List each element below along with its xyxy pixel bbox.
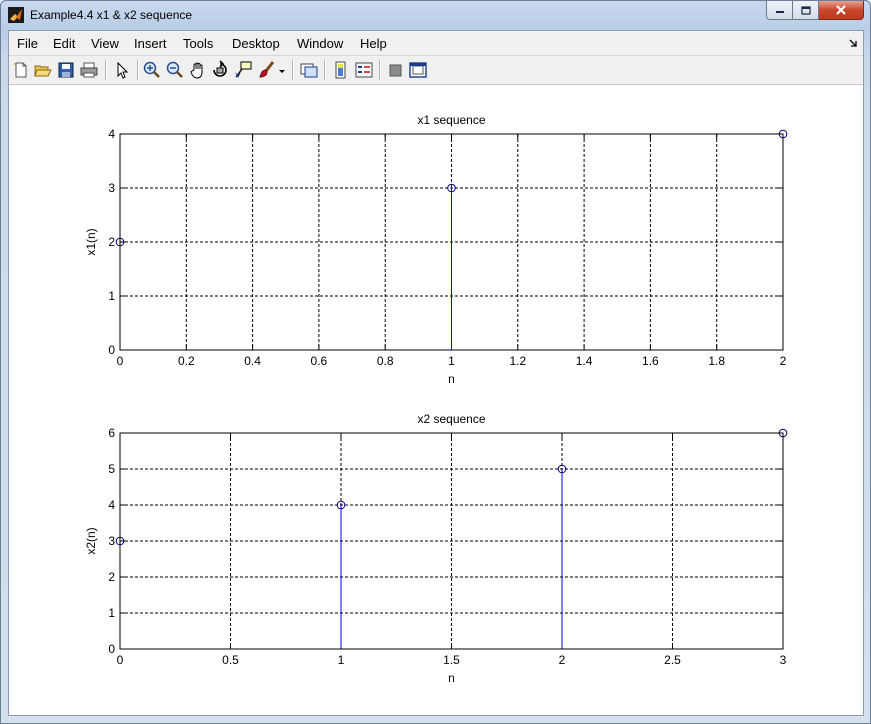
axes1-xtick-label: 1 xyxy=(448,354,455,368)
axes1-xtick-label: 0.8 xyxy=(377,354,394,368)
axes1-ytick-label: 0 xyxy=(108,343,115,357)
axes2-ytick-label: 2 xyxy=(108,570,115,584)
axes1-xtick-label: 1.2 xyxy=(509,354,526,368)
plots-svg: 0 0.2 0.4 0.6 0.8 1 1.2 1.4 1.6 1.8 2 0 1 2 3 4 x1 seque… xyxy=(84,113,788,685)
axes1-xtick-label: 1.8 xyxy=(708,354,725,368)
figure-canvas: 0 0.2 0.4 0.6 0.8 1 1.2 1.4 1.6 1.8 2 0 1 2 3 4 x1 seque… xyxy=(9,85,863,715)
axes2-title: x2 sequence xyxy=(417,412,485,426)
client-area: File Edit View Insert Tools Desktop Wind… xyxy=(8,30,864,716)
axes2-xtick-label: 0 xyxy=(117,653,124,667)
axes2-xtick-label: 0.5 xyxy=(222,653,239,667)
figure-window: Example4.4 x1 & x2 sequence File Edit Vi… xyxy=(0,0,871,724)
axes1-xtick-label: 0.4 xyxy=(244,354,261,368)
axes1-ylabel: x1(n) xyxy=(84,228,98,255)
axes2-xtick-label: 2.5 xyxy=(664,653,681,667)
axes1-xtick-label: 2 xyxy=(780,354,787,368)
axes2-ytick-label: 4 xyxy=(108,498,115,512)
axes1-xtick-label: 1.6 xyxy=(642,354,659,368)
axes2-xtick-label: 1 xyxy=(338,653,345,667)
axes2-ytick-label: 6 xyxy=(108,426,115,440)
axes2-ytick-label: 3 xyxy=(108,534,115,548)
axes1-xlabel: n xyxy=(448,372,455,386)
axes2-xtick-label: 2 xyxy=(559,653,566,667)
axes1-ytick-label: 4 xyxy=(108,127,115,141)
axes1-xtick-label: 0.2 xyxy=(178,354,195,368)
axes2-xtick-label: 3 xyxy=(780,653,787,667)
axes1-ytick-label: 1 xyxy=(108,289,115,303)
axes1-ytick-label: 2 xyxy=(108,235,115,249)
axes2-ytick-label: 0 xyxy=(108,642,115,656)
axes1-xtick-label: 0 xyxy=(117,354,124,368)
axes1-title: x1 sequence xyxy=(417,113,485,127)
axes2-xlabel: n xyxy=(448,671,455,685)
axes2-ytick-label: 1 xyxy=(108,606,115,620)
axes2-ytick-label: 5 xyxy=(108,462,115,476)
axes2-xtick-label: 1.5 xyxy=(443,653,460,667)
axes1-xtick-label: 1.4 xyxy=(576,354,593,368)
axes2-ylabel: x2(n) xyxy=(84,527,98,554)
axes1-xtick-label: 0.6 xyxy=(311,354,328,368)
axes1-ytick-label: 3 xyxy=(108,181,115,195)
